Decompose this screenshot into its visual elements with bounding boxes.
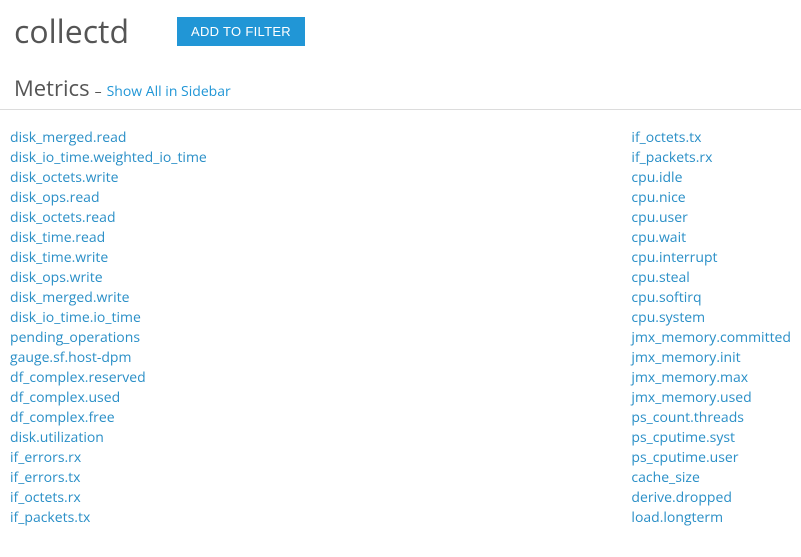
- metric-link[interactable]: jmx_memory.used: [631, 388, 791, 408]
- metric-link[interactable]: disk_time.write: [10, 248, 631, 268]
- metric-link[interactable]: cpu.softirq: [631, 288, 791, 308]
- metric-link[interactable]: if_errors.rx: [10, 448, 631, 468]
- metric-link[interactable]: ps_cputime.user: [631, 448, 791, 468]
- metric-link[interactable]: cpu.wait: [631, 228, 791, 248]
- metric-link[interactable]: cpu.steal: [631, 268, 791, 288]
- metric-link[interactable]: derive.dropped: [631, 488, 791, 508]
- metric-link[interactable]: disk_io_time.io_time: [10, 308, 631, 328]
- metric-link[interactable]: cpu.idle: [631, 168, 791, 188]
- add-to-filter-button[interactable]: ADD TO FILTER: [177, 17, 305, 46]
- metric-link[interactable]: disk_io_time.weighted_io_time: [10, 148, 631, 168]
- metric-link[interactable]: cpu.interrupt: [631, 248, 791, 268]
- metric-link[interactable]: pending_operations: [10, 328, 631, 348]
- metrics-column-left: disk_merged.readdisk_io_time.weighted_io…: [10, 128, 631, 528]
- metric-link[interactable]: if_packets.tx: [10, 508, 631, 528]
- metric-link[interactable]: disk.utilization: [10, 428, 631, 448]
- metric-link[interactable]: ps_cputime.syst: [631, 428, 791, 448]
- metric-link[interactable]: cpu.system: [631, 308, 791, 328]
- metrics-columns: disk_merged.readdisk_io_time.weighted_io…: [0, 128, 801, 528]
- metric-link[interactable]: disk_merged.read: [10, 128, 631, 148]
- metric-link[interactable]: gauge.sf.host-dpm: [10, 348, 631, 368]
- metrics-column-right: if_octets.txif_packets.rxcpu.idlecpu.nic…: [631, 128, 791, 528]
- page-title: collectd: [14, 10, 129, 53]
- section-dash: –: [95, 82, 102, 101]
- metric-link[interactable]: disk_ops.write: [10, 268, 631, 288]
- metric-link[interactable]: disk_time.read: [10, 228, 631, 248]
- metric-link[interactable]: cache_size: [631, 468, 791, 488]
- metric-link[interactable]: load.longterm: [631, 508, 791, 528]
- metric-link[interactable]: jmx_memory.max: [631, 368, 791, 388]
- metric-link[interactable]: if_octets.tx: [631, 128, 791, 148]
- metric-link[interactable]: if_packets.rx: [631, 148, 791, 168]
- metric-link[interactable]: ps_count.threads: [631, 408, 791, 428]
- metric-link[interactable]: jmx_memory.init: [631, 348, 791, 368]
- show-all-sidebar-link[interactable]: Show All in Sidebar: [107, 82, 231, 101]
- metric-link[interactable]: disk_ops.read: [10, 188, 631, 208]
- metric-link[interactable]: if_errors.tx: [10, 468, 631, 488]
- page-header: collectd ADD TO FILTER: [0, 0, 801, 73]
- metric-link[interactable]: disk_octets.read: [10, 208, 631, 228]
- metrics-section-header: Metrics – Show All in Sidebar: [0, 73, 801, 110]
- metric-link[interactable]: cpu.nice: [631, 188, 791, 208]
- metric-link[interactable]: disk_octets.write: [10, 168, 631, 188]
- metric-link[interactable]: jmx_memory.committed: [631, 328, 791, 348]
- metric-link[interactable]: cpu.user: [631, 208, 791, 228]
- metric-link[interactable]: df_complex.used: [10, 388, 631, 408]
- metric-link[interactable]: disk_merged.write: [10, 288, 631, 308]
- metric-link[interactable]: df_complex.free: [10, 408, 631, 428]
- section-title: Metrics: [14, 73, 90, 103]
- metric-link[interactable]: if_octets.rx: [10, 488, 631, 508]
- metric-link[interactable]: df_complex.reserved: [10, 368, 631, 388]
